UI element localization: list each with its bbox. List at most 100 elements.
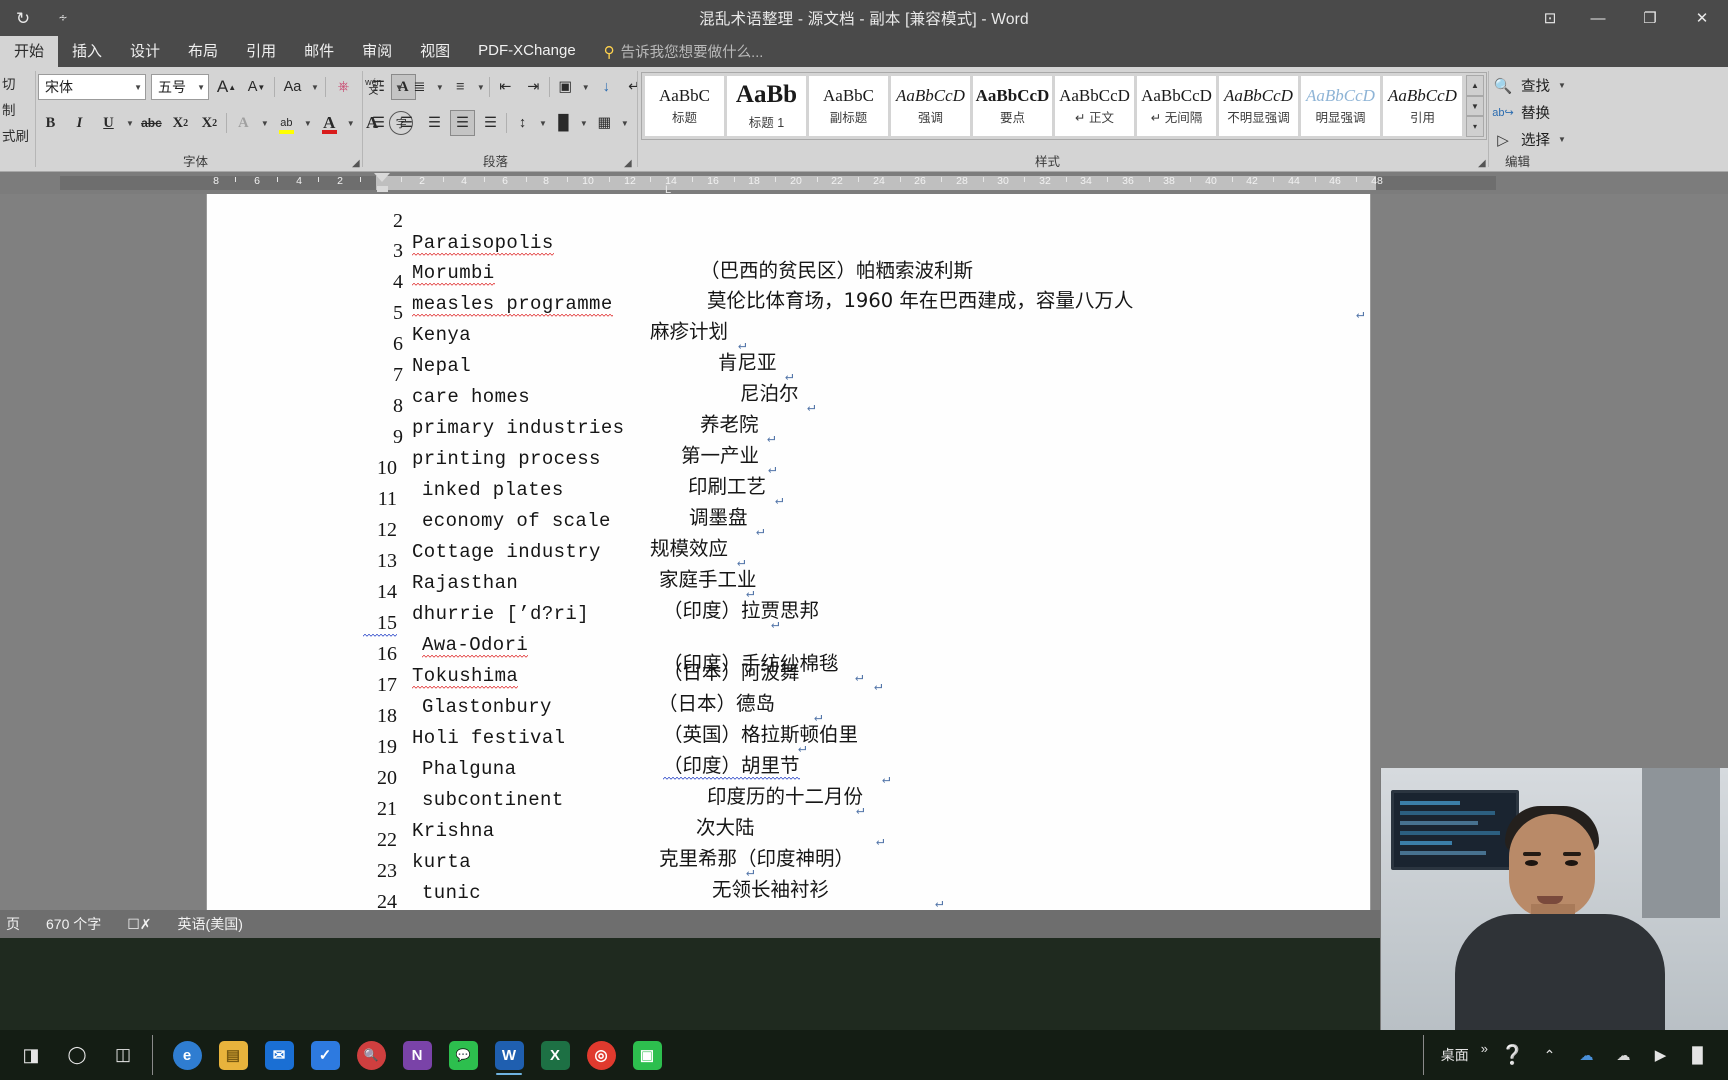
tab-review[interactable]: 审阅 xyxy=(348,36,406,67)
format-painter-label[interactable]: 式刷 xyxy=(0,119,34,145)
word-icon[interactable]: W xyxy=(486,1033,532,1077)
wechat-icon[interactable]: 💬 xyxy=(440,1033,486,1077)
doc-line[interactable]: 23 tunic 束腰外衣或是长袍 ↵ xyxy=(207,838,1370,910)
strikethrough-icon[interactable]: abc xyxy=(139,110,164,136)
align-center-icon[interactable]: ☰ xyxy=(394,110,419,136)
change-case-icon[interactable]: Aa xyxy=(280,74,305,100)
edge-icon[interactable]: e xyxy=(164,1033,210,1077)
style-item-emphasis[interactable]: AaBbCcD 强调 xyxy=(890,75,971,137)
onedrive-icon[interactable]: ☁ xyxy=(1611,1043,1636,1068)
style-item-subtle-emphasis[interactable]: AaBbCcD 不明显强调 xyxy=(1218,75,1299,137)
justify-icon[interactable]: ☰ xyxy=(450,110,475,136)
select-button[interactable]: ▷ 选择 ▼ xyxy=(1492,126,1567,153)
horizontal-ruler[interactable]: 8 6 4 2 2 4 6 8 10 12 14 16 18 20 22 24 … xyxy=(0,172,1728,196)
distribute-icon[interactable]: ☰ xyxy=(478,110,503,136)
font-name-combo[interactable]: 宋体 ▼ xyxy=(38,74,146,100)
bullets-icon[interactable]: ☶ xyxy=(366,74,391,100)
restore-button[interactable]: ❐ xyxy=(1624,0,1676,36)
first-line-indent-marker[interactable] xyxy=(374,173,390,182)
clear-formatting-icon[interactable]: ⎈ xyxy=(331,74,356,100)
ribbon-display-options-icon[interactable]: ⊡ xyxy=(1528,0,1572,36)
language-indicator[interactable]: 英语(美国) xyxy=(178,914,243,934)
chevron-down-icon[interactable]: ▼ xyxy=(310,83,320,92)
tray-overflow-icon[interactable]: » xyxy=(1481,1035,1488,1056)
undo-icon[interactable]: ↻ xyxy=(10,5,36,31)
page-indicator[interactable]: 页 xyxy=(6,914,20,934)
doc-line[interactable]: 22 kurta 无领长袖衬衫 ↵ xyxy=(207,807,1370,910)
styles-dialog-launcher[interactable]: ◢ xyxy=(1478,158,1486,169)
doc-line[interactable]: 12 Cottage industry 家庭手工业 ↵ xyxy=(207,497,1370,602)
styles-more-icon[interactable]: ▾ xyxy=(1466,116,1484,138)
highlight-color-icon[interactable]: ab xyxy=(274,110,299,136)
decrease-indent-icon[interactable]: ⇤ xyxy=(493,74,518,100)
style-item-title[interactable]: AaBbC 标题 xyxy=(644,75,725,137)
show-hidden-icons-icon[interactable]: ⌃ xyxy=(1537,1043,1562,1068)
doc-line[interactable]: 17 Glastonbury （英国）格拉斯顿伯里 ↵ xyxy=(207,652,1370,757)
font-color-icon[interactable]: A xyxy=(317,110,342,136)
proofing-errors-icon[interactable]: ☐✗ xyxy=(127,916,151,933)
chevron-down-icon[interactable]: ▼ xyxy=(1557,81,1567,90)
show-desktop-label[interactable]: 桌面 xyxy=(1441,1045,1469,1065)
shrink-font-icon[interactable]: A ▼ xyxy=(244,74,269,100)
align-left-icon[interactable]: ☰ xyxy=(366,110,391,136)
help-icon[interactable]: ❔ xyxy=(1500,1043,1525,1068)
underline-icon[interactable]: U xyxy=(96,110,121,136)
document-page[interactable]: 2 Paraisopolis （巴西的贫民区）帕粞索波利斯 3 Morumbi … xyxy=(206,194,1371,910)
file-explorer-icon[interactable]: ▤ xyxy=(210,1033,256,1077)
sort-icon[interactable]: ↓ xyxy=(594,74,619,100)
tell-me-search[interactable]: ⚲ 告诉我您想要做什么... xyxy=(604,36,764,67)
shading-icon[interactable]: █ xyxy=(551,110,576,136)
align-right-icon[interactable]: ☰ xyxy=(422,110,447,136)
find-button[interactable]: 🔍 查找 ▼ xyxy=(1492,72,1567,99)
network-icon[interactable]: █ xyxy=(1685,1043,1710,1068)
chevron-down-icon[interactable]: ▼ xyxy=(435,83,445,92)
chevron-down-icon[interactable]: ▼ xyxy=(538,119,548,128)
doc-line[interactable]: 18 Holi festival （印度）胡里节 ↵ xyxy=(207,683,1370,788)
doc-line[interactable]: 14 dhurrie [’d?ri] （印度）手纺纱棉毯 ↵ xyxy=(207,559,1370,686)
chevron-down-icon[interactable]: ▼ xyxy=(581,83,591,92)
chevron-down-icon[interactable]: ▼ xyxy=(476,83,486,92)
borders-icon[interactable]: ▦ xyxy=(592,110,617,136)
mail-icon[interactable]: ✉ xyxy=(256,1033,302,1077)
style-item-quote[interactable]: AaBbCcD 引用 xyxy=(1382,75,1463,137)
style-item-heading1[interactable]: AaBb 标题 1 xyxy=(726,75,807,137)
doc-line[interactable]: 19 Phalguna 印度历的十二月份 ↵ xyxy=(207,714,1370,819)
chevron-down-icon[interactable]: ▼ xyxy=(303,119,313,128)
cut-label[interactable]: 切 xyxy=(0,67,34,93)
style-item-no-spacing[interactable]: AaBbCcD ↵ 无间隔 xyxy=(1136,75,1217,137)
tab-insert[interactable]: 插入 xyxy=(58,36,116,67)
doc-line[interactable]: 21 Krishna 克里希那（印度神明） ↵ xyxy=(207,776,1370,881)
multilevel-list-icon[interactable]: ≡ xyxy=(448,74,473,100)
doc-line[interactable]: 6 Nepal 尼泊尔 ↵ xyxy=(207,311,1370,416)
increase-indent-icon[interactable]: ⇥ xyxy=(521,74,546,100)
onenote-icon[interactable]: N xyxy=(394,1033,440,1077)
windows-start-icon[interactable]: ◨ xyxy=(8,1033,54,1077)
font-dialog-launcher[interactable]: ◢ xyxy=(352,158,360,169)
chinese-layout-icon[interactable]: ▣ xyxy=(553,74,578,100)
doc-line[interactable]: 8 primary industries 第一产业 ↵ xyxy=(207,373,1370,478)
line-spacing-icon[interactable]: ↕ xyxy=(510,110,535,136)
chevron-down-icon[interactable]: ▼ xyxy=(620,119,630,128)
close-button[interactable]: ✕ xyxy=(1676,0,1728,36)
volume-icon[interactable]: ▶ xyxy=(1648,1043,1673,1068)
chevron-down-icon[interactable]: ▼ xyxy=(394,83,404,92)
tab-mailings[interactable]: 邮件 xyxy=(290,36,348,67)
tab-references[interactable]: 引用 xyxy=(232,36,290,67)
doc-line[interactable]: 25 Machu Picchu （秘鲁）马丘比丘 ↵ xyxy=(207,900,1370,910)
doc-line[interactable]: 5 Kenya 肯尼亚 ↵ xyxy=(207,280,1370,385)
onedrive-error-icon[interactable]: ☁ xyxy=(1574,1043,1599,1068)
style-item-strong[interactable]: AaBbCcD 要点 xyxy=(972,75,1053,137)
doc-line[interactable]: 2 Paraisopolis （巴西的贫民区）帕粞索波利斯 xyxy=(207,194,1370,282)
minimize-button[interactable]: — xyxy=(1572,0,1624,36)
doc-line[interactable]: 20 subcontinent 次大陆 ↵ xyxy=(207,745,1370,850)
style-item-subtitle[interactable]: AaBbC 副标题 xyxy=(808,75,889,137)
font-size-combo[interactable]: 五号 ▼ xyxy=(151,74,209,100)
replace-button[interactable]: ab↪ 替换 xyxy=(1492,99,1567,126)
grow-font-icon[interactable]: A ▲ xyxy=(214,74,239,100)
word-count[interactable]: 670 个字 xyxy=(46,914,101,934)
chevron-down-icon[interactable]: ▼ xyxy=(579,119,589,128)
todo-icon[interactable]: ✓ xyxy=(302,1033,348,1077)
tab-layout[interactable]: 布局 xyxy=(174,36,232,67)
doc-line[interactable]: 7 care homes 养老院 ↵ xyxy=(207,342,1370,447)
task-view-icon[interactable]: ◫ xyxy=(100,1033,146,1077)
